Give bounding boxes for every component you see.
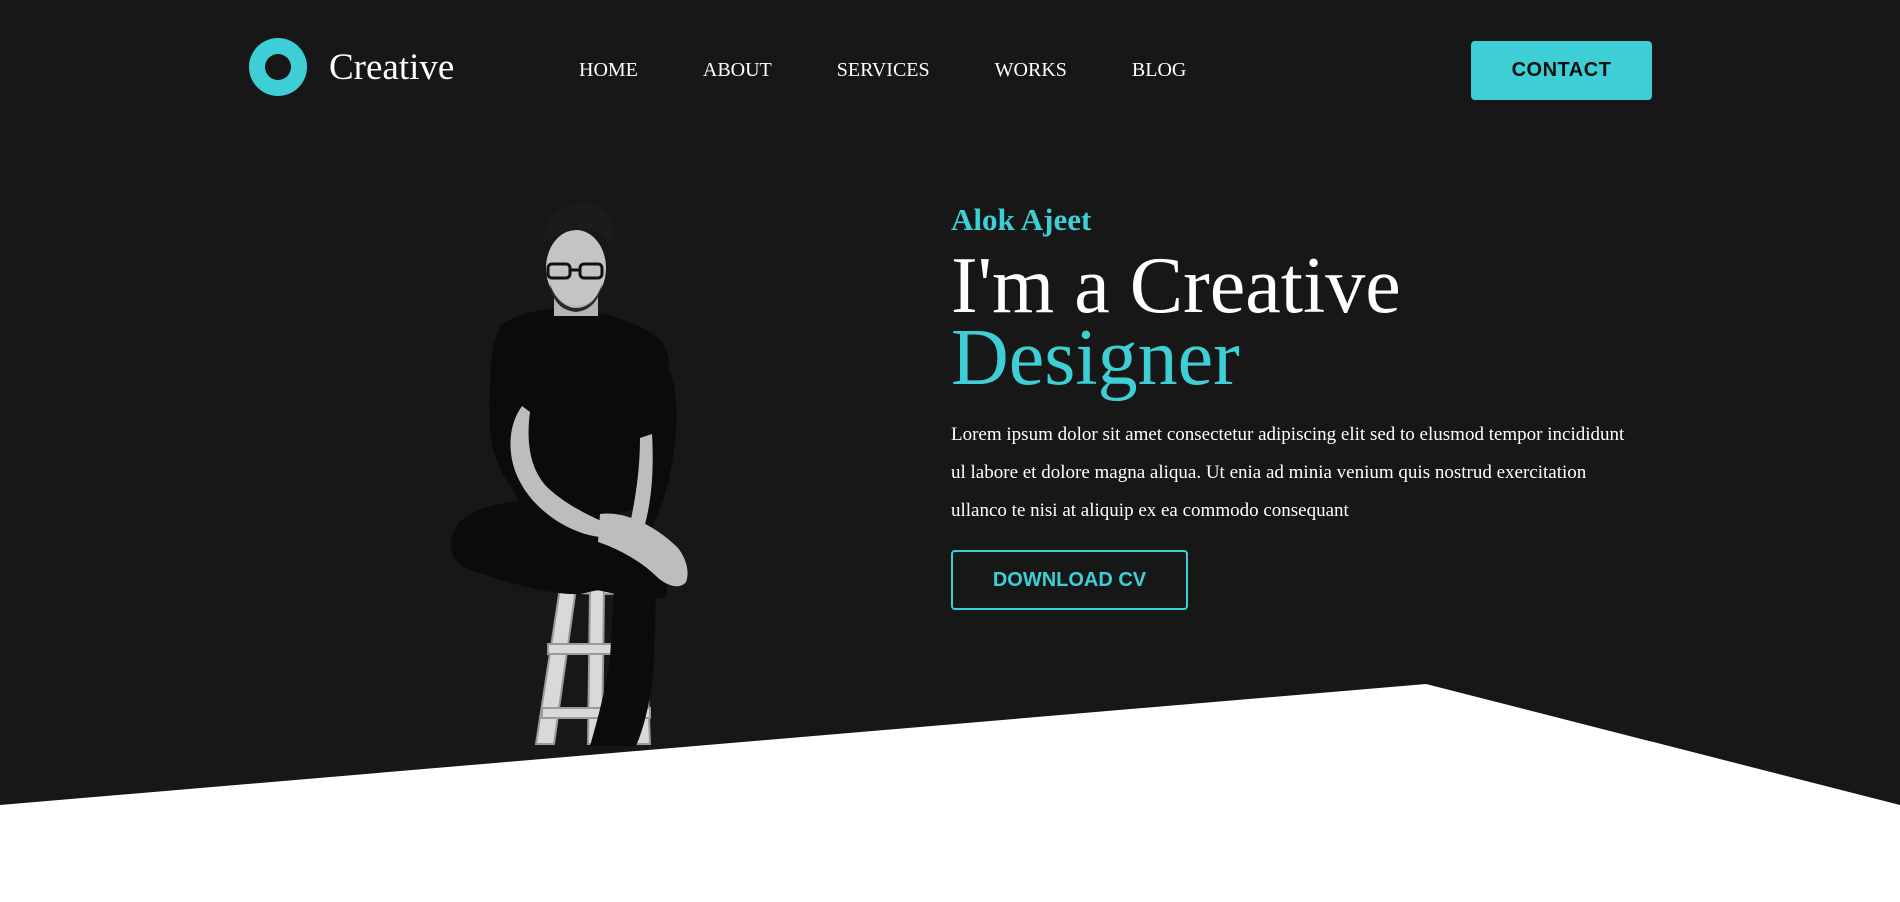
figure-head <box>544 203 614 316</box>
download-cv-button[interactable]: DOWNLOAD CV <box>951 550 1188 610</box>
logo[interactable]: Creative <box>249 38 454 96</box>
nav-item-blog: BLOG <box>1132 58 1251 82</box>
top-navigation: Creative HOME ABOUT SERVICES WORKS BLOG … <box>0 0 1900 140</box>
main-menu: HOME ABOUT SERVICES WORKS BLOG <box>579 58 1251 82</box>
nav-link-works[interactable]: WORKS <box>995 58 1067 82</box>
nav-item-works: WORKS <box>995 58 1132 82</box>
ring-logo-icon <box>249 38 307 96</box>
nav-link-home[interactable]: HOME <box>579 58 638 82</box>
headline-line-2: Designer <box>951 314 1240 402</box>
portrait-photo <box>450 203 688 746</box>
nav-link-blog[interactable]: BLOG <box>1132 58 1186 82</box>
brand-name: Creative <box>329 46 455 88</box>
contact-button[interactable]: CONTACT <box>1471 41 1652 100</box>
hero-intro: Alok Ajeet I'm a Creative Designer Lorem… <box>951 200 1651 610</box>
hero-description: Lorem ipsum dolor sit amet consectetur a… <box>951 424 1625 521</box>
hero-section: Creative HOME ABOUT SERVICES WORKS BLOG … <box>0 0 1900 902</box>
nav-item-services: SERVICES <box>837 58 995 82</box>
nav-link-about[interactable]: ABOUT <box>703 58 772 82</box>
hero-headline: I'm a Creative Designer <box>951 246 1651 402</box>
nav-item-home: HOME <box>579 58 703 82</box>
nav-link-services[interactable]: SERVICES <box>837 58 930 82</box>
nav-item-about: ABOUT <box>703 58 837 82</box>
hero-name: Alok Ajeet <box>951 202 1092 237</box>
